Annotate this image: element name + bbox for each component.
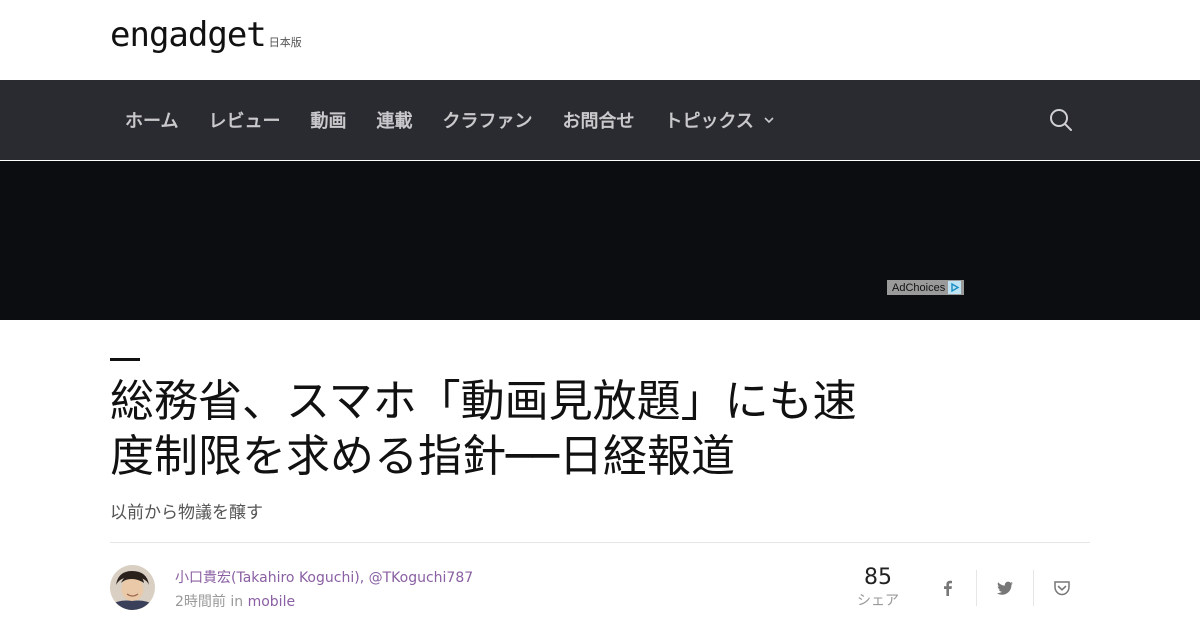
share-count: 85 シェア [848, 564, 908, 610]
nav-item-video[interactable]: 動画 [295, 107, 361, 133]
author-avatar[interactable] [110, 565, 155, 610]
author-byline: 小口貴宏(Takahiro Koguchi), @TKoguchi787 [175, 567, 473, 587]
logo-edition: 日本版 [268, 36, 302, 49]
avatar-image [110, 565, 155, 610]
nav-label: クラファン [442, 111, 533, 132]
main-nav: ホーム レビュー 動画 連載 クラファン お問合せ トピックス [0, 80, 1200, 160]
logo-wordmark: engadget [110, 15, 267, 55]
pocket-icon [1054, 581, 1070, 596]
share-label: シェア [857, 593, 899, 609]
nav-list: ホーム レビュー 動画 連載 クラファン お問合せ トピックス [110, 80, 791, 160]
nav-item-topics[interactable]: トピックス [649, 107, 790, 133]
post-time: 2時間前 [175, 594, 226, 610]
adchoices-badge[interactable]: AdChoices [887, 280, 964, 295]
divider [110, 542, 1090, 543]
author-twitter-link[interactable]: @TKoguchi787 [369, 570, 474, 586]
author-name-link[interactable]: 小口貴宏(Takahiro Koguchi) [175, 570, 360, 586]
article-title: 総務省、スマホ「動画見放題」にも速 度制限を求める指針──日経報道 [110, 374, 960, 484]
twitter-icon [996, 581, 1013, 595]
nav-item-crowdfunding[interactable]: クラファン [427, 107, 547, 133]
chevron-down-icon [764, 117, 774, 124]
search-icon[interactable] [1047, 106, 1075, 134]
share-number: 85 [864, 565, 892, 590]
post-meta: 2時間前 in mobile [175, 591, 295, 611]
nav-label: 動画 [310, 111, 347, 132]
facebook-icon [944, 580, 952, 596]
adchoices-label: AdChoices [892, 281, 946, 294]
title-line-2: 度制限を求める指針──日経報道 [110, 431, 735, 482]
facebook-share-button[interactable] [920, 570, 976, 606]
nav-item-series[interactable]: 連載 [361, 107, 427, 133]
twitter-share-button[interactable] [977, 570, 1033, 606]
nav-label: 連載 [376, 111, 413, 132]
category-link[interactable]: mobile [248, 594, 295, 610]
nav-item-review[interactable]: レビュー [193, 107, 295, 133]
nav-label: お問合せ [562, 111, 635, 132]
title-line-1: 総務省、スマホ「動画見放題」にも速 [110, 376, 857, 427]
adchoices-icon [948, 281, 962, 294]
nav-label: レビュー [208, 111, 281, 132]
byline-separator: , [359, 570, 365, 586]
nav-label: ホーム [125, 111, 179, 132]
article-subtitle: 以前から物議を醸す [110, 503, 263, 523]
hero-ad-area: AdChoices [0, 161, 1200, 320]
title-accent-dash [110, 358, 140, 361]
nav-item-home[interactable]: ホーム [110, 107, 193, 133]
pocket-share-button[interactable] [1034, 570, 1090, 606]
site-header: engadget 日本版 [0, 0, 1200, 80]
nav-label: トピックス [664, 111, 754, 132]
site-logo[interactable]: engadget 日本版 [110, 18, 302, 52]
nav-item-contact[interactable]: お問合せ [547, 107, 649, 133]
in-label: in [230, 594, 244, 610]
